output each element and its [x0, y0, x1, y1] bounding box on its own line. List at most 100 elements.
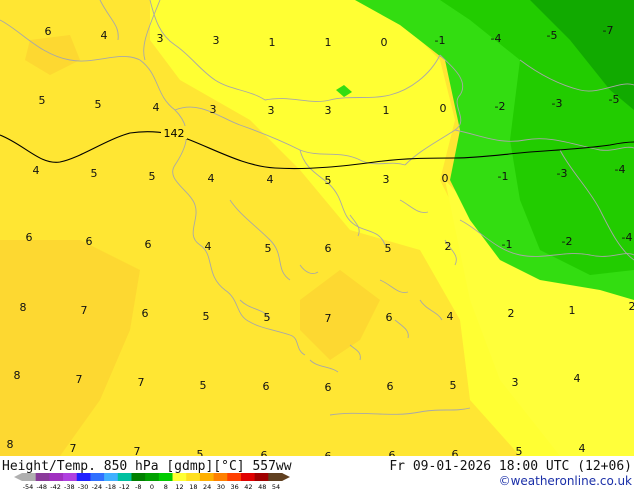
temperature-label: 8 — [20, 301, 27, 314]
temperature-label: 6 — [325, 381, 332, 394]
temperature-label: 4 — [101, 29, 108, 42]
temperature-label: -5 — [547, 29, 558, 42]
temperature-label: 2 — [445, 240, 452, 253]
temperature-label: 6 — [142, 307, 149, 320]
temperature-label: 3 — [268, 104, 275, 117]
temperature-label: 1 — [569, 304, 576, 317]
legend-tick-label: -42 — [50, 483, 61, 490]
legend-swatch — [49, 473, 64, 481]
temperature-label: -4 — [615, 163, 626, 176]
legend-swatch — [76, 473, 91, 481]
temperature-label: 6 — [387, 380, 394, 393]
temperature-label: -4 — [491, 32, 502, 45]
valid-time: Fr 09-01-2026 18:00 UTC (12+06) — [389, 459, 632, 474]
temperature-label: 3 — [210, 103, 217, 116]
temperature-label: -3 — [557, 167, 568, 180]
temperature-label: 3 — [213, 34, 220, 47]
temperature-label: 4 — [447, 310, 454, 323]
temperature-label: 3 — [512, 376, 519, 389]
temperature-label: -7 — [603, 24, 614, 37]
legend-tick-label: 48 — [258, 483, 266, 490]
temperature-label: 5 — [450, 379, 457, 392]
map-title: Height/Temp. 850 hPa [gdmp][°C] 557ww — [2, 459, 292, 474]
temperature-label: 6 — [86, 235, 93, 248]
temperature-label: 4 — [153, 101, 160, 114]
legend-swatch — [268, 473, 283, 481]
legend-swatch — [35, 473, 50, 481]
temperature-label: 6 — [325, 242, 332, 255]
legend-swatch — [104, 473, 119, 481]
legend-tick-label: 12 — [175, 483, 183, 490]
temperature-label: 5 — [264, 311, 271, 324]
legend-tick-label: 18 — [189, 483, 197, 490]
temperature-label: -1 — [435, 34, 446, 47]
credit-link[interactable]: ©weatheronline.co.uk — [499, 474, 632, 488]
temperature-label: 5 — [265, 242, 272, 255]
contour-label: 142 — [164, 127, 185, 140]
temperature-label: 6 — [263, 380, 270, 393]
temperature-label: 7 — [81, 304, 88, 317]
temperature-label: 6 — [386, 311, 393, 324]
temperature-label: 5 — [200, 379, 207, 392]
legend-tick-label: -54 — [23, 483, 34, 490]
temperature-label: 3 — [157, 32, 164, 45]
map-canvas: 142 6 4 3 3 1 1 0 -1 -4 -5 -75 5 4 3 3 3 1 0 -2 -3 -54 5 5 4 4 5 3… — [0, 0, 634, 490]
temperature-label: 5 — [95, 98, 102, 111]
temperature-label: 2 — [629, 300, 634, 313]
legend-swatch — [240, 473, 256, 481]
temperature-label: 3 — [383, 173, 390, 186]
temperature-label: 5 — [203, 310, 210, 323]
temperature-label: 3 — [325, 104, 332, 117]
temperature-label: 5 — [39, 94, 46, 107]
temperature-label: 4 — [579, 442, 586, 455]
temperature-label: 7 — [325, 312, 332, 325]
legend-tick-label: 54 — [272, 483, 280, 490]
legend-swatch — [172, 473, 187, 481]
temperature-label: 1 — [325, 36, 332, 49]
temperature-label: 6 — [26, 231, 33, 244]
temperature-label: 5 — [385, 242, 392, 255]
temperature-label: 4 — [208, 172, 215, 185]
legend-tick-label: 30 — [217, 483, 225, 490]
temperature-label: -1 — [502, 238, 513, 251]
legend-swatch — [90, 473, 105, 481]
temperature-label: 2 — [508, 307, 515, 320]
legend-swatch — [186, 473, 201, 481]
legend-tick-label: 8 — [164, 483, 168, 490]
temperature-label: 8 — [7, 438, 14, 451]
legend-swatch — [145, 473, 160, 481]
temperature-label: 5 — [91, 167, 98, 180]
temperature-label: -5 — [609, 93, 620, 106]
legend-swatch — [117, 473, 132, 481]
temperature-label: 8 — [14, 369, 21, 382]
legend-tick-label: -38 — [64, 483, 75, 490]
legend-swatch — [63, 473, 78, 481]
weather-map: 142 6 4 3 3 1 1 0 -1 -4 -5 -7 5 5 4 3 3 3 1 0 -2 -3 -5 4 5 5 4 4 5 3… — [0, 0, 634, 490]
temperature-label: 5 — [325, 174, 332, 187]
temperature-label: 6 — [45, 25, 52, 38]
legend-tick-label: 36 — [231, 483, 239, 490]
legend-swatch — [227, 473, 242, 481]
legend-tick-label: -12 — [119, 483, 130, 490]
temperature-label: 7 — [70, 442, 77, 455]
legend-tick-label: -30 — [78, 483, 89, 490]
temperature-label: 5 — [149, 170, 156, 183]
temperature-label: 0 — [381, 36, 388, 49]
temperature-label: -1 — [498, 170, 509, 183]
legend-swatch — [158, 473, 174, 481]
temperature-label: 4 — [205, 240, 212, 253]
legend-tick-label: 42 — [244, 483, 252, 490]
legend-swatch — [22, 473, 37, 481]
temperature-label: 4 — [574, 372, 581, 385]
legend-tick-label: -18 — [105, 483, 116, 490]
legend-swatch — [213, 473, 228, 481]
temperature-label: 7 — [76, 373, 83, 386]
temperature-label: 1 — [383, 104, 390, 117]
legend-tick-label: 0 — [150, 483, 154, 490]
legend-swatch — [254, 473, 269, 481]
legend-tick-label: -24 — [92, 483, 103, 490]
legend-swatch — [199, 473, 215, 481]
legend-tick-label: 24 — [203, 483, 211, 490]
temperature-label: 4 — [267, 173, 274, 186]
temperature-label: 0 — [442, 172, 449, 185]
